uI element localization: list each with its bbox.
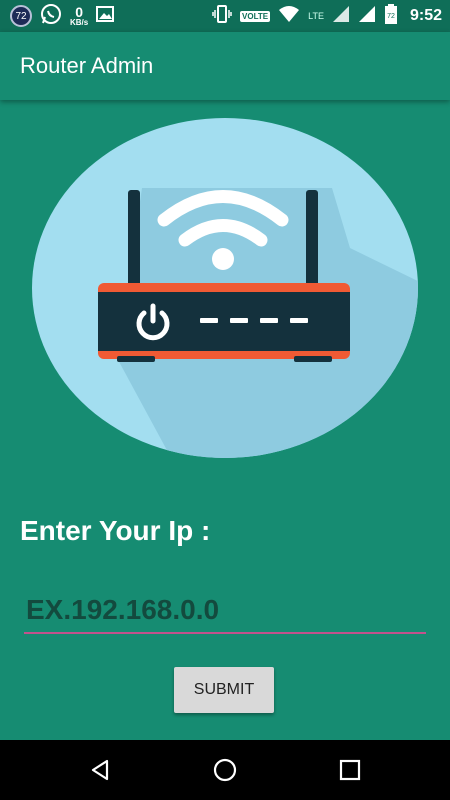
ip-label: Enter Your Ip :	[20, 515, 211, 546]
lte-label: LTE	[308, 11, 324, 21]
clock: 9:52	[409, 7, 442, 24]
net-speed-value: 0	[75, 4, 84, 20]
vibrate-icon	[212, 4, 232, 28]
notification-badge: 72	[10, 5, 32, 27]
app-title: Router Admin	[20, 53, 154, 78]
image-icon	[96, 5, 115, 28]
antenna-left	[128, 190, 140, 290]
ip-input[interactable]	[24, 588, 426, 634]
wifi-icon	[278, 5, 300, 28]
router-foot-right	[294, 356, 332, 362]
volte-indicator: VOLTE	[240, 10, 271, 22]
navigation-bar	[0, 740, 450, 800]
recents-button[interactable]	[335, 755, 365, 785]
battery-icon: 72	[384, 3, 398, 29]
signal-icon	[358, 5, 376, 28]
home-icon	[213, 758, 237, 782]
battery-level: 72	[387, 13, 395, 20]
back-icon	[91, 759, 109, 781]
signal-icon	[332, 5, 350, 28]
submit-button[interactable]: SUBMIT	[174, 667, 274, 713]
home-button[interactable]	[210, 755, 240, 785]
net-speed: 0 KB/s	[70, 5, 88, 27]
status-bar: 72 0 KB/s VOLTE LTE 72 9:52	[0, 0, 450, 32]
net-speed-unit: KB/s	[70, 18, 89, 27]
router-body	[98, 292, 350, 351]
router-foot-left	[117, 356, 155, 362]
back-button[interactable]	[85, 755, 115, 785]
router-illustration	[32, 118, 418, 458]
whatsapp-icon	[40, 3, 62, 30]
app-bar: Router Admin	[0, 32, 450, 100]
antenna-right	[306, 190, 318, 290]
recents-icon	[339, 759, 361, 781]
